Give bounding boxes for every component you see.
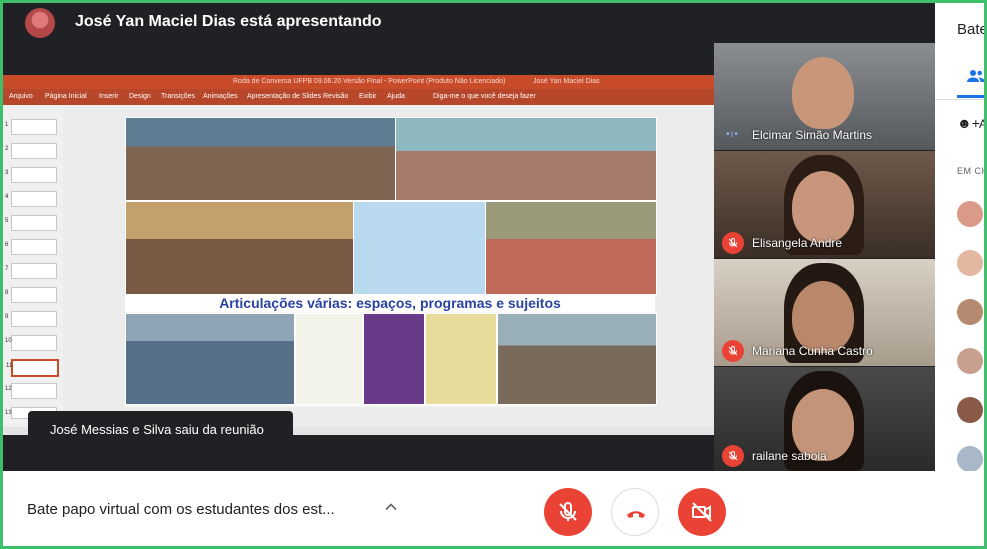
participant-video [792, 57, 854, 129]
people-icon[interactable] [967, 69, 985, 83]
participant-avatar[interactable] [957, 201, 983, 227]
ribbon-search: Diga-me o que você deseja fazer [433, 93, 536, 100]
speaking-indicator-icon: •ı• [726, 129, 739, 140]
participant-tile[interactable]: Mariana Cunha Castro [714, 259, 935, 366]
meet-window: José Yan Maciel Dias está apresentando R… [0, 0, 987, 549]
participant-tile[interactable]: railane saboia [714, 367, 935, 471]
powerpoint-user: José Yan Maciel Dias [533, 78, 600, 85]
participant-tile[interactable]: •ı• Elcimar Simão Martins [714, 43, 935, 150]
add-person-icon[interactable]: ☻+ [957, 115, 980, 131]
slide-canvas: Articulações várias: espaços, programas … [63, 105, 714, 427]
mic-off-icon [722, 340, 744, 362]
bottom-control-bar: Bate papo virtual com os estudantes dos … [3, 471, 984, 546]
end-call-button[interactable] [611, 488, 659, 536]
presenter-label: José Yan Maciel Dias está apresentando [75, 13, 382, 30]
presenter-avatar [25, 8, 55, 38]
slide-thumb: 4 [5, 191, 57, 207]
participant-name: Elisangela Andre [752, 236, 843, 250]
mic-toggle-button[interactable] [544, 488, 592, 536]
powerpoint-titlebar: Roda de Conversa UFPB 09.06.20 Versão Fi… [3, 75, 714, 89]
powerpoint-ribbon: Arquivo Página Inicial Inserir Design Tr… [3, 89, 714, 105]
participant-avatar[interactable] [957, 250, 983, 276]
ribbon-tab: Revisão [323, 93, 349, 100]
slide-photo [363, 313, 425, 405]
ribbon-tab: Página Inicial [45, 93, 87, 100]
side-panel: Bate ☻+ A EM CH [935, 3, 987, 472]
meeting-title[interactable]: Bate papo virtual com os estudantes dos … [27, 501, 335, 518]
participant-avatar[interactable] [957, 348, 983, 374]
ribbon-tab: Transições [161, 93, 195, 100]
ribbon-tab: Arquivo [9, 93, 33, 100]
slide-photo [125, 201, 355, 295]
slide-thumb: 12 [5, 383, 57, 399]
slide-thumb: 8 [5, 287, 57, 303]
camera-off-icon [692, 502, 712, 522]
participant-avatar[interactable] [957, 299, 983, 325]
chevron-up-icon[interactable] [381, 497, 401, 517]
slide-thumb: 9 [5, 311, 57, 327]
add-people-label[interactable]: A [979, 117, 984, 131]
slide-thumb: 6 [5, 239, 57, 255]
panel-title: Bate [957, 21, 987, 38]
shared-screen: Roda de Conversa UFPB 09.06.20 Versão Fi… [3, 75, 714, 435]
panel-divider [935, 99, 984, 100]
mic-off-icon [722, 445, 744, 467]
slide-photo [425, 313, 497, 405]
slide-photo [395, 117, 657, 201]
ribbon-tab: Ajuda [387, 93, 405, 100]
presenter-bar: José Yan Maciel Dias está apresentando [3, 3, 933, 43]
slide-thumb: 1 [5, 119, 57, 135]
slide-thumb: 3 [5, 167, 57, 183]
slide-thumb: 10 [5, 335, 57, 351]
ribbon-tab: Animações [203, 93, 238, 100]
powerpoint-title: Roda de Conversa UFPB 09.06.20 Versão Fi… [233, 78, 506, 85]
slide-photo [497, 313, 657, 405]
phone-hangup-icon [627, 511, 645, 518]
participant-tile[interactable]: Elisangela Andre [714, 151, 935, 258]
camera-toggle-button[interactable] [678, 488, 726, 536]
ribbon-tab: Exibir [359, 93, 377, 100]
slide-photo [295, 313, 363, 405]
slide-thumb: 5 [5, 215, 57, 231]
participant-avatar[interactable] [957, 397, 983, 423]
slide-banner: Articulações várias: espaços, programas … [125, 294, 655, 312]
section-label: EM CH [957, 166, 987, 176]
current-slide: Articulações várias: espaços, programas … [125, 117, 657, 407]
ribbon-tab: Apresentação de Slides [247, 93, 321, 100]
slide-photo [353, 201, 487, 295]
ribbon-tab: Design [129, 93, 151, 100]
slide-photo [125, 117, 397, 201]
participant-avatar[interactable] [957, 446, 983, 472]
slide-photo [125, 313, 295, 405]
people-tab-indicator [957, 95, 984, 98]
ribbon-tab: Inserir [99, 93, 119, 100]
participant-name: Elcimar Simão Martins [752, 128, 873, 142]
left-meeting-toast: José Messias e Silva saiu da reunião [28, 411, 293, 449]
mic-off-icon [559, 501, 577, 521]
mic-off-icon [722, 232, 744, 254]
slide-thumb: 7 [5, 263, 57, 279]
slide-thumb: 2 [5, 143, 57, 159]
slide-thumb-selected: 11 [6, 359, 59, 377]
slide-thumbnails: 1 2 3 4 5 6 7 8 9 10 11 12 13 [3, 105, 64, 427]
slide-photo [485, 201, 657, 295]
participant-name: Mariana Cunha Castro [752, 344, 873, 358]
participant-name: railane saboia [752, 449, 827, 463]
